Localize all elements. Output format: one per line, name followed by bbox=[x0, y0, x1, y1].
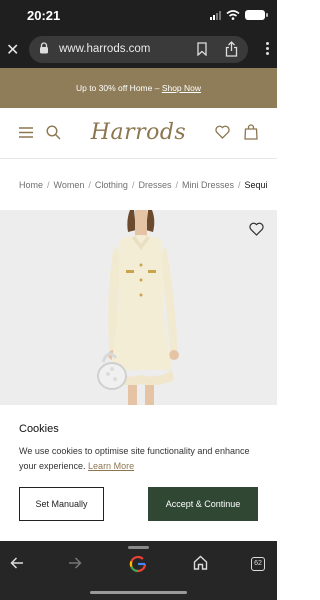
set-manually-button[interactable]: Set Manually bbox=[19, 487, 104, 521]
product-image bbox=[97, 210, 179, 405]
browser-url-bar: ✕ www.harrods.com bbox=[0, 32, 277, 68]
status-time: 20:21 bbox=[27, 8, 61, 23]
cookie-message-text: We use cookies to optimise site function… bbox=[19, 446, 250, 471]
google-icon[interactable] bbox=[129, 555, 147, 573]
breadcrumb-women[interactable]: Women bbox=[54, 180, 85, 190]
more-options-icon[interactable] bbox=[266, 42, 269, 55]
site-header: Harrods bbox=[0, 108, 277, 159]
breadcrumb-dresses[interactable]: Dresses bbox=[138, 180, 171, 190]
promo-banner: Up to 30% off Home – Shop Now bbox=[0, 68, 277, 108]
wifi-icon bbox=[226, 10, 240, 20]
breadcrumb-home[interactable]: Home bbox=[19, 180, 43, 190]
signal-icon bbox=[210, 10, 221, 20]
battery-icon bbox=[245, 10, 268, 20]
shop-now-link[interactable]: Shop Now bbox=[162, 83, 201, 93]
tab-switcher-icon[interactable]: 62 bbox=[251, 557, 265, 571]
status-icons bbox=[210, 10, 268, 20]
status-bar: 20:21 bbox=[0, 0, 277, 32]
breadcrumb-clothing[interactable]: Clothing bbox=[95, 180, 128, 190]
share-icon[interactable] bbox=[225, 41, 238, 57]
breadcrumb-current: Sequi bbox=[244, 180, 268, 190]
breadcrumb-mini-dresses[interactable]: Mini Dresses bbox=[182, 180, 234, 190]
accept-continue-button[interactable]: Accept & Continue bbox=[148, 487, 258, 521]
forward-arrow-icon[interactable] bbox=[68, 557, 82, 569]
cookie-message: We use cookies to optimise site function… bbox=[19, 444, 264, 474]
address-bar[interactable]: www.harrods.com bbox=[29, 36, 248, 63]
promo-text: Up to 30% off Home – bbox=[75, 83, 162, 93]
bookmark-icon[interactable] bbox=[196, 42, 208, 56]
close-tab-icon[interactable]: ✕ bbox=[6, 40, 19, 60]
lock-icon bbox=[40, 42, 48, 54]
url-text: www.harrods.com bbox=[59, 43, 151, 55]
home-icon[interactable] bbox=[193, 555, 208, 570]
wishlist-heart-icon[interactable] bbox=[215, 125, 230, 139]
add-to-wishlist-heart-icon[interactable] bbox=[249, 222, 264, 236]
back-arrow-icon[interactable] bbox=[10, 557, 24, 569]
home-indicator bbox=[90, 591, 187, 594]
learn-more-link[interactable]: Learn More bbox=[88, 461, 134, 471]
harrods-logo[interactable]: Harrods bbox=[0, 120, 277, 145]
cookie-title: Cookies bbox=[19, 423, 59, 435]
breadcrumb: Home / Women / Clothing / Dresses / Mini Dresses… bbox=[19, 180, 268, 190]
drag-handle[interactable] bbox=[128, 546, 149, 549]
shopping-bag-icon[interactable] bbox=[244, 124, 258, 140]
